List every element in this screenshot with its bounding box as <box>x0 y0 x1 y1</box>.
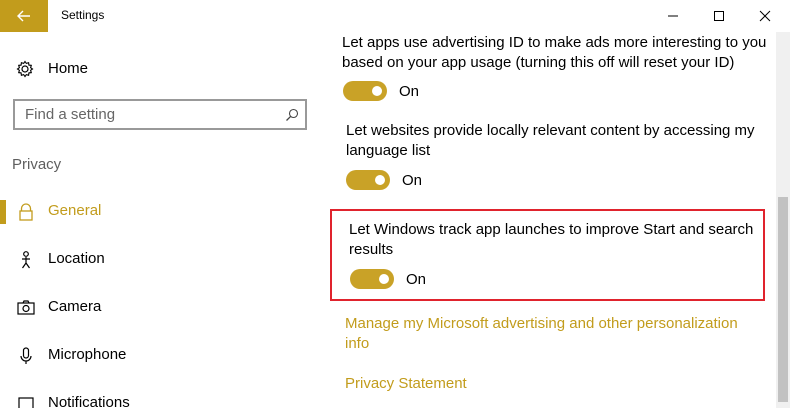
notification-icon <box>16 394 36 408</box>
app-launch-tracking-description: Let Windows track app launches to improv… <box>349 221 754 258</box>
person-location-icon <box>16 250 36 270</box>
sidebar-item-microphone[interactable]: Microphone <box>0 336 320 376</box>
advertising-id-description: Let apps use advertising ID to make ads … <box>342 34 767 71</box>
advertising-id-toggle[interactable] <box>343 81 387 101</box>
minimize-icon <box>668 15 678 17</box>
language-list-description: Let websites provide locally relevant co… <box>346 122 755 159</box>
scrollbar-thumb[interactable] <box>778 197 788 402</box>
app-launch-tracking-state: On <box>406 271 427 288</box>
close-button[interactable] <box>742 0 788 32</box>
toggle-knob <box>375 175 385 185</box>
home-label: Home <box>48 60 89 77</box>
language-list-toggle[interactable] <box>346 170 390 190</box>
advertising-id-state: On <box>399 83 420 100</box>
section-heading: Privacy <box>12 156 62 173</box>
manage-advertising-link[interactable]: Manage my Microsoft advertising and othe… <box>345 314 765 354</box>
app-launch-tracking-toggle[interactable] <box>350 269 394 289</box>
search-placeholder: Find a setting <box>25 106 116 123</box>
back-button[interactable] <box>0 0 48 32</box>
sidebar-item-label: Location <box>48 250 105 267</box>
privacy-statement-link[interactable]: Privacy Statement <box>345 374 467 394</box>
settings-content: Let apps use advertising ID to make ads … <box>330 32 775 408</box>
active-indicator <box>0 200 6 224</box>
sidebar-item-label: Microphone <box>48 346 127 363</box>
camera-icon <box>16 298 36 318</box>
sidebar-item-notifications[interactable]: Notifications <box>0 384 320 408</box>
minimize-button[interactable] <box>650 0 696 32</box>
toggle-knob <box>379 274 389 284</box>
sidebar-item-location[interactable]: Location <box>0 240 320 280</box>
gear-icon <box>16 60 34 83</box>
sidebar-item-label: Camera <box>48 298 102 315</box>
back-arrow-icon <box>17 10 30 22</box>
toggle-knob <box>372 86 382 96</box>
microphone-icon <box>16 346 36 366</box>
home-nav-item[interactable]: Home <box>0 54 320 84</box>
search-icon[interactable] <box>285 108 299 127</box>
maximize-button[interactable] <box>696 0 742 32</box>
sidebar-item-camera[interactable]: Camera <box>0 288 320 328</box>
sidebar: Home Find a setting Privacy General Loca… <box>0 32 320 408</box>
language-list-state: On <box>402 172 423 189</box>
sidebar-item-general[interactable]: General <box>0 192 320 232</box>
close-icon <box>759 10 771 22</box>
window-title: Settings <box>61 8 105 22</box>
sidebar-item-label: Notifications <box>48 394 130 408</box>
maximize-icon <box>714 11 724 21</box>
search-input[interactable]: Find a setting <box>13 99 307 130</box>
sidebar-item-label: General <box>48 202 102 219</box>
title-bar: Settings <box>0 0 790 32</box>
scrollbar[interactable] <box>776 32 790 408</box>
lock-icon <box>16 202 36 222</box>
